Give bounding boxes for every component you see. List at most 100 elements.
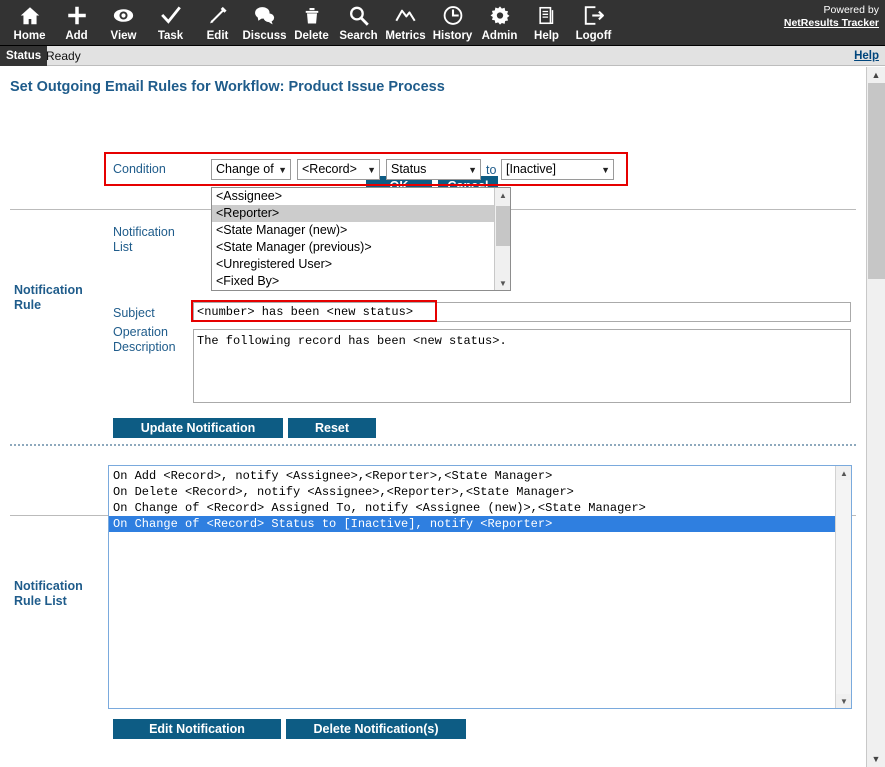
notification-list-item[interactable]: <Fixed By> bbox=[212, 273, 495, 290]
condition-value-select[interactable]: [Inactive] ▼ bbox=[501, 159, 614, 180]
toolbar-item-label: Task bbox=[157, 30, 184, 42]
condition-field-value: Status bbox=[391, 162, 427, 176]
eye-icon bbox=[112, 3, 135, 28]
toolbar-item-task[interactable]: Task bbox=[147, 0, 194, 43]
toolbar-item-history[interactable]: History bbox=[429, 0, 476, 43]
chevron-down-icon: ▼ bbox=[468, 165, 477, 175]
toolbar-item-label: Delete bbox=[294, 30, 329, 42]
toolbar-item-label: Home bbox=[13, 30, 46, 42]
notification-rule-item[interactable]: On Delete <Record>, notify <Assignee>,<R… bbox=[109, 484, 835, 500]
notification-list-item[interactable]: <Assignee> bbox=[212, 188, 495, 205]
document-icon bbox=[537, 3, 556, 28]
toolbar-item-metrics[interactable]: Metrics bbox=[382, 0, 429, 43]
notification-rule-list-box[interactable]: On Add <Record>, notify <Assignee>,<Repo… bbox=[108, 465, 852, 709]
scroll-down-icon[interactable]: ▼ bbox=[495, 276, 510, 290]
page-scrollbar[interactable]: ▲ ▼ bbox=[866, 67, 885, 767]
page-content: Set Outgoing Email Rules for Workflow: P… bbox=[0, 67, 866, 767]
page-scrollbar-thumb[interactable] bbox=[868, 83, 885, 279]
notification-list-item[interactable]: <Reporter> bbox=[212, 205, 495, 222]
condition-value-text: [Inactive] bbox=[506, 162, 557, 176]
clock-icon bbox=[442, 3, 464, 28]
condition-to-label: to bbox=[486, 163, 497, 177]
chevron-down-icon: ▼ bbox=[367, 165, 376, 175]
toolbar-item-edit[interactable]: Edit bbox=[194, 0, 241, 43]
scroll-down-icon[interactable]: ▼ bbox=[836, 694, 851, 708]
toolbar-item-label: History bbox=[432, 30, 473, 42]
scrollbar-thumb[interactable] bbox=[496, 206, 510, 246]
notification-list-item[interactable]: <State Manager (previous)> bbox=[212, 239, 495, 256]
magnifier-icon bbox=[348, 3, 369, 28]
powered-by-label: Powered by bbox=[823, 4, 879, 16]
subject-input[interactable] bbox=[193, 302, 851, 322]
notification-rule-section-label: Notification Rule bbox=[14, 283, 83, 312]
notification-rule-list-section-label: Notification Rule List bbox=[14, 579, 83, 608]
brand-block: Powered by NetResults Tracker bbox=[784, 4, 879, 30]
notification-list-items: <Assignee> <Reporter> <State Manager (new)… bbox=[212, 188, 495, 290]
condition-type-select[interactable]: Change of ▼ bbox=[211, 159, 291, 180]
toolbar-item-add[interactable]: Add bbox=[53, 0, 100, 43]
toolbar-item-label: Edit bbox=[206, 30, 229, 42]
divider-dotted bbox=[10, 444, 856, 446]
status-help-link[interactable]: Help bbox=[854, 46, 879, 66]
scroll-up-icon[interactable]: ▲ bbox=[867, 67, 885, 83]
operation-description-textarea[interactable] bbox=[193, 329, 851, 403]
chart-line-icon bbox=[394, 3, 417, 28]
netresults-tracker-link[interactable]: NetResults Tracker bbox=[784, 17, 879, 30]
toolbar-item-help[interactable]: Help bbox=[523, 0, 570, 43]
toolbar-item-search[interactable]: Search bbox=[335, 0, 382, 43]
toolbar-item-label: Logoff bbox=[575, 30, 612, 42]
chevron-down-icon: ▼ bbox=[278, 165, 287, 175]
chevron-down-icon: ▼ bbox=[601, 165, 610, 175]
main-toolbar: Home Add View Task Edit Discuss Delete Search Me… bbox=[0, 0, 885, 46]
status-message: Ready bbox=[46, 49, 81, 63]
toolbar-item-home[interactable]: Home bbox=[6, 0, 53, 43]
scroll-up-icon[interactable]: ▲ bbox=[836, 466, 851, 480]
check-icon bbox=[160, 3, 182, 28]
delete-notifications-button[interactable]: Delete Notification(s) bbox=[286, 719, 466, 739]
trash-icon bbox=[302, 3, 322, 28]
scroll-up-icon[interactable]: ▲ bbox=[495, 188, 510, 202]
notification-rule-item[interactable]: On Add <Record>, notify <Assignee>,<Repo… bbox=[109, 468, 835, 484]
toolbar-items: Home Add View Task Edit Discuss Delete Search Me… bbox=[0, 0, 885, 43]
subject-label: Subject bbox=[113, 306, 155, 320]
gear-icon bbox=[489, 3, 511, 28]
toolbar-item-admin[interactable]: Admin bbox=[476, 0, 523, 43]
status-bar: Status Ready Help bbox=[0, 46, 885, 66]
reset-button[interactable]: Reset bbox=[288, 418, 376, 438]
condition-field-select[interactable]: Status ▼ bbox=[386, 159, 481, 180]
notification-list-box[interactable]: <Assignee> <Reporter> <State Manager (new)… bbox=[211, 187, 511, 291]
edit-notification-button[interactable]: Edit Notification bbox=[113, 719, 281, 739]
notification-rule-list-items: On Add <Record>, notify <Assignee>,<Repo… bbox=[109, 466, 835, 708]
toolbar-item-view[interactable]: View bbox=[100, 0, 147, 43]
notification-list-item[interactable]: <State Manager (new)> bbox=[212, 222, 495, 239]
toolbar-item-label: View bbox=[110, 30, 137, 42]
operation-description-label: Operation Description bbox=[113, 325, 176, 354]
notification-list-item[interactable]: <Unregistered User> bbox=[212, 256, 495, 273]
condition-record-select[interactable]: <Record> ▼ bbox=[297, 159, 380, 180]
toolbar-item-discuss[interactable]: Discuss bbox=[241, 0, 288, 43]
status-tag: Status bbox=[0, 46, 48, 66]
notification-list-label: Notification List bbox=[113, 225, 175, 254]
pencil-icon bbox=[207, 3, 229, 28]
toolbar-item-label: Help bbox=[534, 30, 559, 42]
toolbar-item-label: Admin bbox=[481, 30, 518, 42]
page-title: Set Outgoing Email Rules for Workflow: P… bbox=[10, 79, 445, 95]
condition-type-value: Change of bbox=[216, 162, 274, 176]
toolbar-item-label: Search bbox=[339, 30, 378, 42]
plus-icon bbox=[66, 3, 88, 28]
notification-rule-item[interactable]: On Change of <Record> Assigned To, notif… bbox=[109, 500, 835, 516]
scroll-down-icon[interactable]: ▼ bbox=[867, 751, 885, 767]
speech-bubble-icon bbox=[253, 3, 276, 28]
update-notification-button[interactable]: Update Notification bbox=[113, 418, 283, 438]
exit-arrow-icon bbox=[583, 3, 605, 28]
notification-rule-item[interactable]: On Change of <Record> Status to [Inactiv… bbox=[109, 516, 835, 532]
home-icon bbox=[19, 3, 41, 28]
condition-label: Condition bbox=[113, 162, 166, 176]
toolbar-item-logoff[interactable]: Logoff bbox=[570, 0, 617, 43]
toolbar-item-delete[interactable]: Delete bbox=[288, 0, 335, 43]
notification-list-scrollbar[interactable]: ▲ ▼ bbox=[494, 188, 510, 290]
toolbar-item-label: Add bbox=[65, 30, 88, 42]
condition-record-value: <Record> bbox=[302, 162, 357, 176]
toolbar-item-label: Discuss bbox=[242, 30, 287, 42]
rule-list-scrollbar[interactable]: ▲ ▼ bbox=[835, 466, 851, 708]
